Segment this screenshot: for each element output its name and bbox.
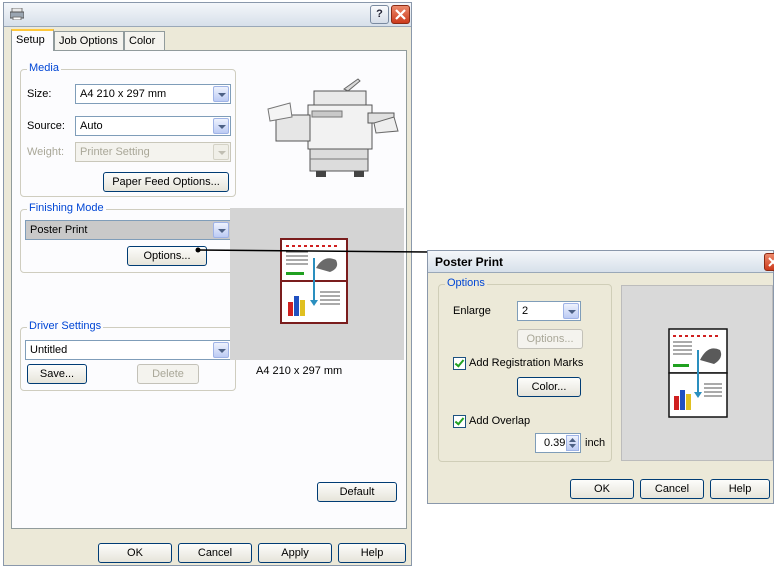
overlap-spinner[interactable]: 0.39 — [535, 433, 581, 453]
enlarge-options-button: Options... — [517, 329, 583, 349]
registration-marks-label: Add Registration Marks — [469, 357, 584, 369]
overlap-value: 0.39 — [544, 437, 566, 449]
close-icon — [768, 257, 774, 267]
enlarge-label: Enlarge — [453, 305, 491, 317]
poster-title-bar: Poster Print — [428, 251, 774, 273]
poster-options-label: Options — [445, 277, 487, 289]
poster-ok-button[interactable]: OK — [570, 479, 634, 499]
enlarge-value: 2 — [522, 305, 529, 317]
overlap-unit: inch — [585, 437, 606, 449]
poster-print-dialog: Poster Print Options Enlarge 2 Options..… — [427, 250, 774, 504]
poster-dialog-title: Poster Print — [435, 255, 504, 269]
poster-options-group: Options Enlarge 2 Options... Add Registr… — [438, 277, 612, 462]
poster-close-button[interactable] — [764, 253, 774, 271]
enlarge-select[interactable]: 2 — [517, 301, 581, 321]
poster-dialog-preview — [621, 285, 773, 461]
poster-cancel-button[interactable]: Cancel — [640, 479, 704, 499]
registration-marks-checkbox[interactable] — [453, 357, 466, 370]
tab-setup[interactable]: Setup — [11, 29, 54, 51]
add-overlap-label: Add Overlap — [469, 415, 531, 427]
add-overlap-checkbox[interactable] — [453, 415, 466, 428]
registration-color-button[interactable]: Color... — [517, 377, 581, 397]
spin-arrows-icon[interactable] — [566, 435, 579, 451]
poster-help-button[interactable]: Help — [710, 479, 770, 499]
chevron-down-icon[interactable] — [563, 303, 579, 319]
poster-dialog-preview-image — [668, 328, 728, 418]
